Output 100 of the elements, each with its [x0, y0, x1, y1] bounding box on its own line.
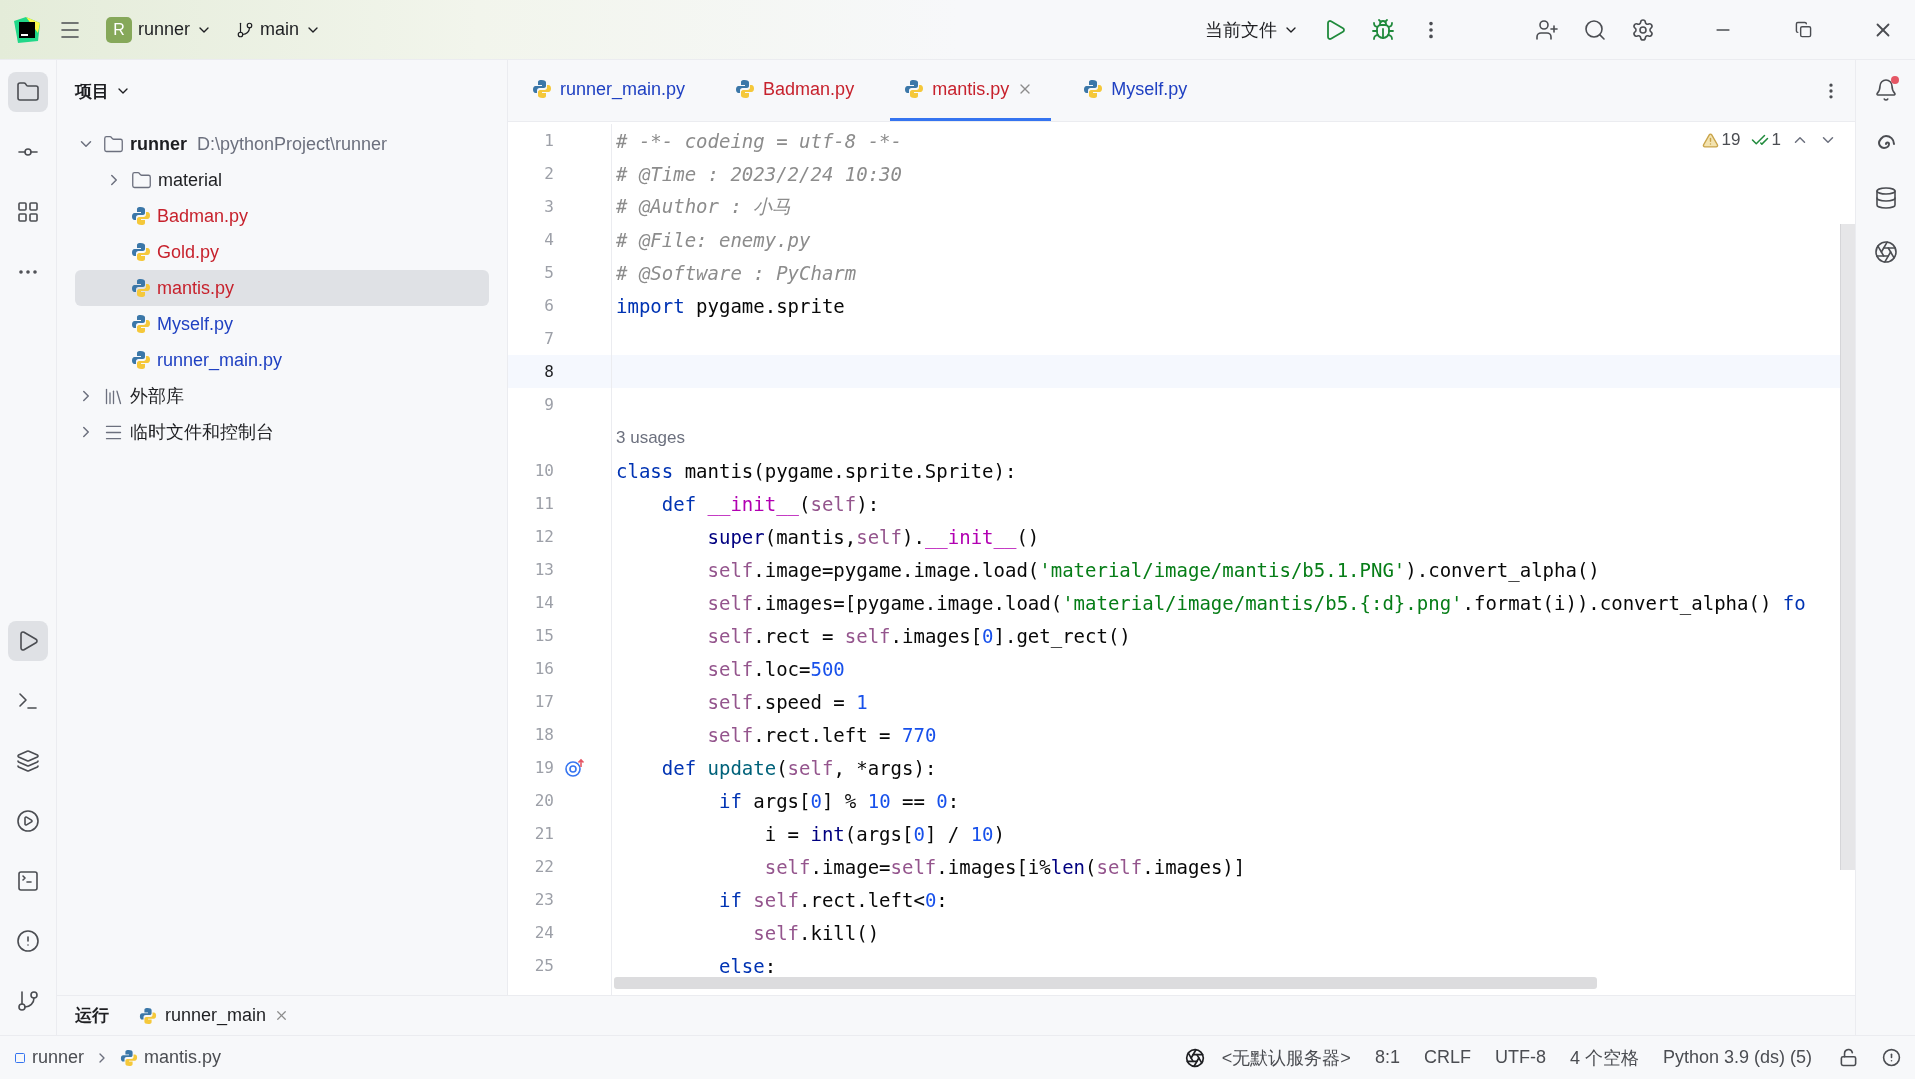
line-number: 17 — [533, 692, 554, 711]
code-line: class mantis(pygame.sprite.Sprite): — [616, 459, 1017, 482]
code-line: if args[0] % 10 == 0: — [717, 789, 960, 812]
tree-row[interactable]: Badman.py — [75, 198, 489, 234]
python-file-icon — [735, 79, 756, 99]
editor-tab[interactable]: runner_main.py — [518, 60, 704, 121]
breadcrumb-item[interactable]: runner — [14, 1047, 85, 1068]
code-line: self.images=[pygame.image.load('material/image/mantis/b5.{:d}.png'.format(i)).convert_alpha() fo — [706, 591, 1806, 614]
usages-hint[interactable]: 3 usages — [616, 427, 685, 448]
tree-item-label: material — [158, 169, 223, 191]
tree-item-label: Myself.py — [157, 313, 234, 335]
tree-row[interactable]: runner_main.py — [75, 342, 489, 378]
code-line: else: — [717, 954, 777, 977]
tree-item-label: Gold.py — [157, 241, 220, 263]
line-number: 25 — [533, 956, 554, 975]
override-marker-icon[interactable] — [564, 757, 586, 778]
line-number: 22 — [533, 857, 554, 876]
code-line: i = int(args[0] / 10) — [763, 822, 1005, 845]
editor-tab[interactable]: Myself.py — [1069, 60, 1206, 121]
status-item[interactable]: 8:1 — [1367, 1043, 1407, 1072]
line-number: 19 — [533, 758, 554, 777]
line-number: 21 — [533, 824, 554, 843]
tree-row[interactable]: 临时文件和控制台 — [75, 414, 489, 450]
line-number: 2 — [543, 164, 554, 183]
run-icon[interactable] — [8, 621, 48, 661]
status-item[interactable]: <无默认服务器> — [1214, 1041, 1358, 1074]
line-number: 8 — [543, 362, 554, 381]
editor-tab[interactable]: mantis.py — [890, 60, 1052, 121]
folder-icon — [131, 169, 152, 191]
breadcrumb-item[interactable]: mantis.py — [120, 1047, 222, 1068]
line-number: 12 — [533, 527, 554, 546]
warning-icon — [1701, 131, 1719, 149]
python-file-icon — [120, 1048, 139, 1067]
line-number: 10 — [533, 461, 554, 480]
tree-row[interactable]: Gold.py — [75, 234, 489, 270]
tree-row[interactable]: mantis.py — [75, 270, 489, 306]
code-line: self.speed = 1 — [706, 690, 868, 713]
status-item[interactable]: Python 3.9 (ds) (5) — [1655, 1043, 1819, 1072]
status-item[interactable]: 4 个空格 — [1562, 1041, 1646, 1074]
python-file-icon — [131, 206, 151, 226]
python-file-icon — [131, 350, 151, 370]
code-line: self.image=self.images[i%len(self.images)] — [763, 855, 1246, 878]
line-number: 23 — [533, 890, 554, 909]
python-file-icon — [131, 278, 151, 298]
tree-item-label: runner_main.py — [157, 349, 283, 371]
run-tab[interactable]: runner_main — [133, 1001, 296, 1030]
line-number: 7 — [543, 329, 554, 348]
code-line: # @Author : 小马 — [616, 193, 792, 219]
code-line: if self.rect.left<0: — [717, 888, 948, 911]
vertical-scrollbar[interactable] — [1840, 224, 1855, 870]
line-number: 5 — [543, 263, 554, 282]
alert-icon[interactable] — [1882, 1048, 1901, 1067]
python-file-icon — [532, 79, 552, 99]
line-number: 14 — [533, 593, 554, 612]
warnings-count[interactable]: 19 — [1701, 130, 1741, 150]
run-configuration[interactable]: 当前文件 — [1197, 11, 1307, 48]
tree-row[interactable]: runner D:\pythonProject\runner — [75, 126, 489, 162]
line-number: 11 — [533, 494, 554, 513]
aperture-icon[interactable] — [1184, 1047, 1205, 1068]
tree-row[interactable]: 外部库 — [75, 378, 489, 414]
code-line: # -*- codeing = utf-8 -*- — [616, 129, 902, 152]
python-file-icon — [139, 1006, 157, 1025]
tree-row[interactable]: Myself.py — [75, 306, 489, 342]
project-panel-title[interactable]: 项目 — [69, 78, 137, 104]
code-line: self.rect = self.images[0].get_rect() — [706, 624, 1131, 647]
tree-item-label: 临时文件和控制台 — [130, 421, 274, 444]
module-icon — [14, 1051, 26, 1064]
code-line: # @File: enemy.py — [616, 228, 811, 251]
line-number: 20 — [533, 791, 554, 810]
code-line: self.image=pygame.image.load('material/image/mantis/b5.1.PNG').convert_alpha() — [706, 558, 1600, 581]
line-number: 3 — [543, 197, 554, 216]
horizontal-scrollbar[interactable] — [614, 977, 1597, 989]
line-number: 15 — [533, 626, 554, 645]
code-line: super(mantis,self).__init__() — [706, 525, 1040, 548]
editor-tab[interactable]: Badman.py — [721, 60, 873, 121]
tree-row[interactable]: material — [75, 162, 489, 198]
code-line: def update(self, *args): — [660, 756, 937, 779]
code-line: import pygame.sprite — [616, 294, 845, 317]
tree-item-label: mantis.py — [157, 277, 235, 299]
code-line: def __init__(self): — [660, 492, 880, 515]
folder-icon[interactable] — [8, 72, 48, 112]
project-selector[interactable]: R runner — [98, 10, 221, 49]
line-number: 13 — [533, 560, 554, 579]
branch-selector[interactable]: main — [228, 13, 330, 46]
status-item[interactable]: UTF-8 — [1487, 1043, 1553, 1072]
python-file-icon — [131, 314, 151, 334]
code-line: # @Software : PyCharm — [616, 261, 857, 284]
run-panel-title: 运行 — [75, 1005, 109, 1027]
typo-count[interactable]: 1 — [1750, 130, 1781, 150]
project-path: D:\pythonProject\runner — [197, 133, 388, 155]
status-item[interactable]: CRLF — [1416, 1043, 1478, 1072]
line-number: 1 — [543, 131, 554, 150]
line-number: 4 — [543, 230, 554, 249]
code-line: self.loc=500 — [706, 657, 845, 680]
code-line: # @Time : 2023/2/24 10:30 — [616, 162, 902, 185]
app-logo[interactable] — [12, 14, 42, 45]
tree-item-label: runner — [130, 133, 187, 155]
unlock-icon[interactable] — [1839, 1048, 1858, 1067]
python-file-icon — [1083, 79, 1104, 99]
tree-item-label: 外部库 — [130, 385, 184, 408]
